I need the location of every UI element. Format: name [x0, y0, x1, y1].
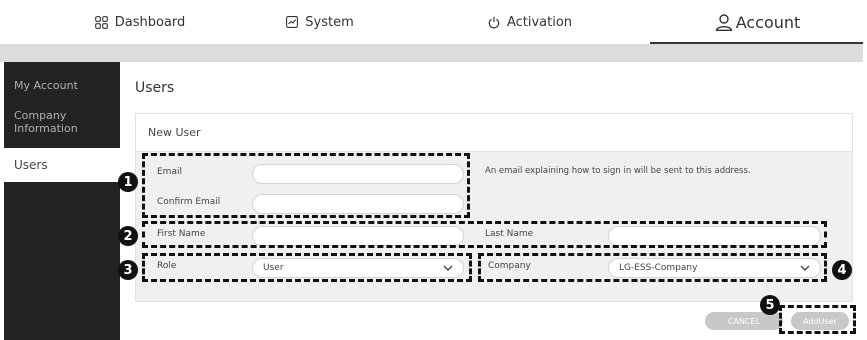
- user-account-icon: [715, 13, 733, 31]
- tab-activation-label: Activation: [506, 14, 573, 30]
- callout-badge-1: 1: [118, 172, 138, 192]
- panel-title: New User: [148, 126, 201, 139]
- sidebar: My Account Company Information Users: [4, 62, 120, 340]
- highlight-box-add-user: [779, 305, 856, 334]
- tab-system-label: System: [305, 14, 354, 30]
- callout-badge-2: 2: [118, 226, 138, 246]
- tab-dashboard[interactable]: Dashboard: [60, 0, 220, 44]
- highlight-box-email: [142, 153, 470, 218]
- highlight-box-company: [478, 253, 827, 282]
- callout-badge-4: 4: [832, 260, 852, 280]
- panel-header: New User: [136, 114, 852, 152]
- callout-badge-3: 3: [118, 260, 138, 280]
- sidebar-item-company-information[interactable]: Company Information: [4, 109, 84, 135]
- tab-activation[interactable]: Activation: [440, 0, 620, 44]
- highlight-box-role: [142, 253, 472, 282]
- power-icon: [488, 16, 500, 29]
- sidebar-item-users[interactable]: Users: [4, 148, 120, 182]
- dashboard-grid-icon: [94, 15, 108, 29]
- tab-system[interactable]: System: [230, 0, 410, 44]
- callout-badge-5: 5: [760, 295, 780, 315]
- top-navigation: Dashboard System Activation Account: [0, 0, 867, 44]
- header-divider-bar: [0, 44, 863, 62]
- sidebar-item-my-account[interactable]: My Account: [4, 79, 120, 92]
- email-hint: An email explaining how to sign in will …: [485, 166, 751, 176]
- highlight-box-name: [142, 221, 827, 248]
- system-chart-icon: [286, 16, 299, 28]
- tab-account-label: Account: [735, 12, 801, 32]
- tab-dashboard-label: Dashboard: [114, 14, 186, 30]
- page-title: Users: [135, 80, 175, 96]
- tab-account[interactable]: Account: [652, 0, 863, 44]
